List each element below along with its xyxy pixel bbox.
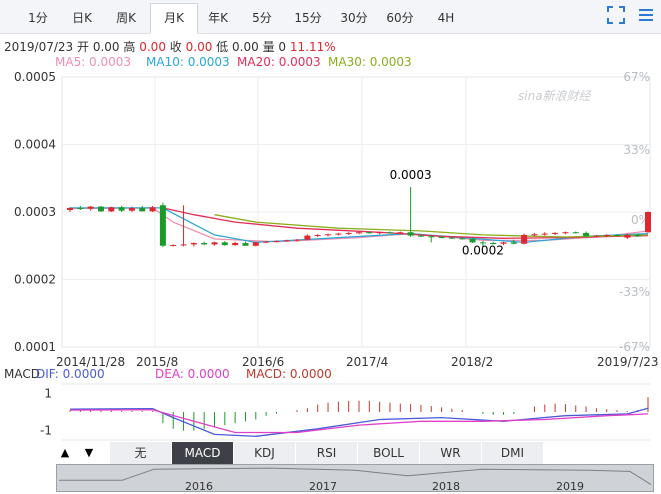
candle-body: [335, 233, 342, 235]
navigator-label-2016: 2016: [185, 480, 213, 493]
candle-body: [521, 234, 528, 244]
x-axis: 2014/11/28 2015/8 2016/6 2017/4 2018/2 2019/7…: [56, 355, 659, 369]
y-tick-label-right: -33%: [619, 285, 650, 299]
candle-body: [510, 242, 517, 244]
candle-body: [128, 207, 135, 211]
annotation-label: 0.0003: [390, 168, 432, 182]
candle-body: [263, 241, 270, 243]
y-tick-label: 0.0001: [14, 340, 56, 354]
navigator-label-2017: 2017: [309, 480, 337, 493]
arrow-down-button[interactable]: ▼: [78, 442, 100, 464]
candle-body: [273, 241, 280, 243]
macd-grid: [62, 383, 650, 441]
annotation-label: 0.0002: [462, 243, 504, 257]
candle-body: [170, 245, 177, 247]
candle-body: [645, 212, 651, 233]
indicator-tab-wr[interactable]: WR: [420, 442, 482, 464]
candle-body: [614, 234, 621, 236]
macd-tick-label: 1: [44, 386, 52, 400]
chart-grid: [61, 76, 651, 348]
candle-body: [221, 242, 228, 246]
candle-body: [593, 235, 600, 237]
sina-watermark: sina新浪财经: [518, 89, 593, 103]
indicator-tab-rsi[interactable]: RSI: [296, 442, 358, 464]
candle-body: [428, 236, 435, 238]
candle-body: [232, 243, 239, 246]
candle-body: [242, 243, 249, 246]
candle-body: [211, 242, 218, 245]
candle-body: [252, 242, 259, 246]
navigator-label-2018: 2018: [432, 480, 460, 493]
candle-body: [366, 232, 373, 234]
candle-body: [304, 235, 311, 240]
macd-lines: [69, 407, 649, 437]
candle-body: [603, 234, 610, 236]
macd-tick-label: -1: [40, 424, 52, 438]
y-tick-label-right: 33%: [623, 143, 650, 157]
y-tick-label-right: 67%: [623, 70, 650, 84]
dif-line: [69, 407, 649, 437]
candle-body: [67, 207, 73, 210]
dea-line: [69, 409, 649, 434]
candle-body: [417, 235, 424, 237]
candle-body: [634, 234, 641, 237]
navigator-label-2019: 2019: [556, 480, 584, 493]
candle-body: [139, 207, 146, 212]
y-tick-label: 0.0002: [14, 273, 56, 287]
x-tick-label: 2017/4: [346, 355, 388, 369]
candle-body: [87, 206, 94, 209]
candle-body: [180, 244, 187, 246]
candle-body: [201, 243, 208, 245]
candle-body: [469, 239, 476, 243]
candle-body: [97, 206, 104, 212]
y-tick-label: 0.0005: [14, 70, 56, 84]
indicator-tab-kdj[interactable]: KDJ: [234, 442, 296, 464]
macd-chart: 1 -1: [40, 383, 650, 441]
candle-body: [314, 234, 321, 236]
y-axis-left: 0.0005 0.0004 0.0003 0.0002 0.0001: [14, 70, 56, 354]
candle-body: [294, 239, 301, 241]
arrow-up-button[interactable]: ▲: [54, 442, 76, 464]
candle-body: [283, 240, 290, 242]
indicator-tab-boll[interactable]: BOLL: [358, 442, 420, 464]
candle-body: [118, 207, 125, 211]
indicator-tab-dmi[interactable]: DMI: [482, 442, 544, 464]
candle-body: [459, 238, 466, 240]
candle-body: [325, 234, 332, 236]
candle-body: [531, 234, 538, 236]
candle-body: [356, 232, 362, 234]
candlestick-chart[interactable]: sina新浪财经 0.00050.00040.00030.00020.0001 …: [0, 0, 661, 380]
candle-body: [345, 232, 352, 234]
candle-body: [376, 232, 383, 234]
x-tick-label: 2018/2: [451, 355, 493, 369]
range-navigator[interactable]: 2016 2017 2018 2019: [56, 464, 654, 493]
candle-body: [448, 237, 455, 239]
candle-body: [149, 207, 156, 212]
candle-body: [583, 232, 590, 237]
candle-body: [562, 232, 569, 234]
candle-body: [108, 207, 115, 212]
indicator-tab-none[interactable]: 无: [110, 442, 172, 464]
candle-body: [541, 233, 548, 235]
indicator-tab-macd[interactable]: MACD: [172, 442, 234, 464]
candle-body: [407, 232, 414, 236]
annotations: 0.0003 0.0002: [390, 168, 504, 257]
candle-body: [159, 205, 166, 246]
y-tick-label: 0.0004: [14, 138, 56, 152]
y-tick-label-right: -67%: [619, 340, 650, 354]
candle-body: [552, 232, 559, 234]
x-tick-label: 2019/7/23: [597, 355, 659, 369]
moving-average-lines: [69, 207, 649, 244]
candle-body: [386, 232, 393, 234]
candle-body: [397, 232, 404, 234]
y-tick-label: 0.0003: [14, 205, 56, 219]
macd-axis: 1 -1: [40, 386, 52, 437]
candle-body: [77, 207, 84, 209]
candle-body: [572, 232, 579, 234]
candle-body: [438, 236, 445, 238]
candle-body: [190, 243, 197, 245]
candle-body: [624, 234, 631, 238]
